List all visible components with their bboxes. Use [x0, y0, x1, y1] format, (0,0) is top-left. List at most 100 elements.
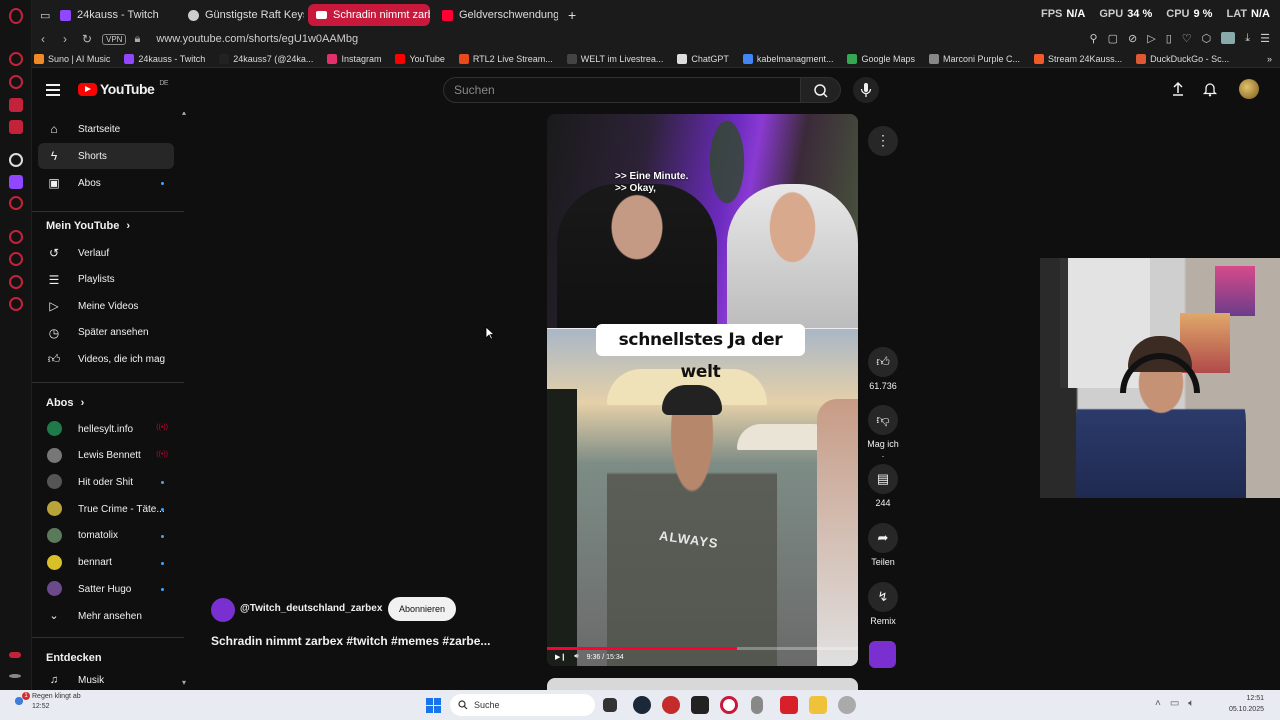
task-view-icon[interactable] — [603, 698, 617, 712]
gx-icon[interactable] — [9, 652, 21, 658]
opera-logo-icon[interactable] — [9, 8, 23, 24]
heart-icon[interactable]: ♡ — [1182, 32, 1192, 45]
settings-icon[interactable] — [9, 297, 23, 311]
sidebar-app-icon-8[interactable] — [9, 230, 23, 244]
sidebar-item-you-1[interactable]: ☰ Playlists — [38, 267, 174, 293]
sidebar-item-shorts[interactable]: ϟ Shorts — [38, 143, 174, 169]
upload-icon[interactable] — [1170, 81, 1186, 97]
sidebar-subscription-item[interactable]: Hit oder Shit — [38, 469, 174, 495]
notifications-bell-icon[interactable] — [1202, 81, 1218, 97]
thumbs-up-button[interactable]: 👍︎ 61.736 — [866, 347, 900, 391]
settings-gear-icon[interactable] — [838, 696, 856, 714]
search-input[interactable]: Suchen — [443, 77, 801, 103]
search-button[interactable] — [801, 77, 841, 103]
tab-geldverschwendung[interactable]: Geldverschwendung und — [434, 4, 558, 26]
sidebar-subscription-item[interactable]: tomatolix — [38, 523, 174, 549]
volume-icon[interactable]: 🔊︎ — [574, 653, 578, 661]
sidebar-item-abos[interactable]: ▣ Abos — [38, 170, 174, 196]
network-icon[interactable]: ▭ — [1170, 698, 1179, 709]
sidebar-app-icon-7[interactable] — [9, 196, 23, 210]
chevron-up-icon[interactable]: ˄ — [1155, 698, 1161, 709]
tab-schradin[interactable]: Schradin nimmt zarbe — [308, 4, 430, 26]
mouse-app-icon[interactable] — [751, 696, 763, 714]
taskbar-search-input[interactable]: Suche — [450, 694, 595, 716]
sound-thumbnail[interactable] — [869, 641, 896, 668]
sidebar-subscription-item[interactable]: True Crime - Täte... — [38, 496, 174, 522]
pin-icon[interactable]: ⚲ — [1090, 32, 1098, 45]
history-sidebar-icon[interactable] — [9, 252, 23, 266]
sidebar-app-icon-4[interactable] — [9, 120, 23, 134]
sidebar-item-you-4[interactable]: 👍︎ Videos, die ich mag — [38, 346, 174, 372]
sidebar-item-you-3[interactable]: ◷ Später ansehen — [38, 320, 174, 346]
sidebar-app-icon-1[interactable] — [9, 52, 23, 66]
url-field[interactable]: www.youtube.com/shorts/egU1w0AAMbg — [156, 33, 358, 45]
sidebar-item-you-2[interactable]: ▷ Meine Videos — [38, 293, 174, 319]
comment-button[interactable]: ▤ 244 — [866, 464, 900, 508]
back-icon[interactable]: ‹ — [32, 32, 54, 46]
more-options-icon[interactable]: ⋮ — [868, 126, 898, 156]
bookmark-item[interactable]: 24kauss - Twitch — [124, 53, 205, 64]
menu-icon[interactable]: ☰ — [1260, 32, 1270, 45]
sidebar-app-icon-10[interactable] — [9, 275, 23, 289]
bookmark-icon[interactable]: ▯ — [1166, 32, 1172, 45]
show-more-button[interactable]: ⌄ Mehr ansehen — [38, 603, 174, 629]
new-tab-button[interactable]: + — [560, 4, 584, 26]
subscribe-button[interactable]: Abonnieren — [388, 597, 456, 621]
share-button[interactable]: ➦ Teilen — [866, 523, 900, 567]
channel-name[interactable]: @Twitch_deutschland_zarbex — [240, 603, 382, 614]
tab-overview-icon[interactable]: ▭ — [32, 4, 50, 26]
hamburger-menu-icon[interactable] — [46, 84, 60, 96]
app-red-icon[interactable] — [662, 696, 680, 714]
remix-button[interactable]: ↯ Remix — [866, 582, 900, 626]
weather-widget[interactable]: 1 Regen klingt ab 12:52 — [12, 692, 81, 712]
bookmark-item[interactable]: WELT im Livestrea... — [566, 53, 663, 64]
account-avatar[interactable] — [1239, 79, 1259, 99]
app-news-icon[interactable] — [780, 696, 798, 714]
sidebar-subscription-item[interactable]: bennart — [38, 550, 174, 576]
sidebar-subscription-item[interactable]: hellesylt.info ((•)) — [38, 416, 174, 442]
bookmark-item[interactable]: 24kauss7 (@24ka... — [219, 53, 313, 64]
sidebar-section-you[interactable]: Mein YouTube › — [46, 220, 130, 232]
download-icon[interactable]: ⤓ — [1245, 32, 1250, 45]
bookmark-item[interactable]: Stream 24Kauss... — [1034, 53, 1122, 64]
voice-search-button[interactable] — [853, 77, 879, 103]
reload-icon[interactable]: ↻ — [76, 32, 98, 46]
tab-twitch[interactable]: 24kauss - Twitch — [52, 4, 180, 26]
bookmark-item[interactable]: YouTube — [395, 53, 445, 64]
profile-icon[interactable] — [1221, 32, 1236, 44]
player-icon[interactable]: ▷ — [1147, 32, 1155, 45]
sidebar-item-startseite[interactable]: ⌂ Startseite — [38, 116, 174, 142]
more-icon[interactable] — [9, 674, 21, 678]
forward-icon[interactable]: › — [54, 32, 76, 46]
sidebar-section-subscriptions[interactable]: Abos › — [46, 397, 84, 409]
bookmark-item[interactable]: Suno | AI Music — [34, 53, 110, 64]
short-title[interactable]: Schradin nimmt zarbex #twitch #memes #za… — [211, 634, 490, 648]
youtube-logo[interactable]: YouTube DE — [78, 80, 169, 97]
bookmark-item[interactable]: Instagram — [327, 53, 381, 64]
opera-gx-icon[interactable] — [720, 696, 738, 714]
bookmark-item[interactable]: DuckDuckGo - Sc... — [1136, 53, 1229, 64]
sidebar-scroll-down-icon[interactable]: ▾ — [182, 678, 186, 687]
twitch-icon[interactable] — [9, 175, 23, 189]
clock[interactable]: 12:51 05.10.2025 — [1229, 693, 1264, 715]
windows-start-icon[interactable] — [426, 698, 441, 713]
pause-icon[interactable]: ▶❙ — [555, 653, 566, 661]
bookmark-item[interactable]: Google Maps — [847, 53, 915, 64]
sidebar-item-you-0[interactable]: ↺ Verlauf — [38, 240, 174, 266]
steam-icon[interactable] — [633, 696, 651, 714]
bookmark-item[interactable]: kabelmanagment... — [742, 53, 833, 64]
sidebar-scroll-up-icon[interactable]: ▴ — [182, 112, 186, 117]
channel-avatar[interactable] — [211, 598, 235, 622]
screenshot-icon[interactable]: ▢ — [1108, 32, 1118, 45]
bookmark-item[interactable]: ChatGPT — [677, 53, 729, 64]
tab-raft-keys[interactable]: Günstigste Raft Keys — [180, 4, 304, 26]
sidebar-app-icon-2[interactable] — [9, 75, 23, 89]
sidebar-subscription-item[interactable]: Lewis Bennett ((•)) — [38, 443, 174, 469]
extensions-icon[interactable]: ⬡ — [1202, 32, 1212, 45]
short-video-player[interactable]: >> Eine Minute. >> Okay, ALWAYS schnells… — [547, 114, 858, 666]
sidebar-subscription-item[interactable]: Satter Hugo — [38, 576, 174, 602]
sidebar-app-icon-5[interactable] — [9, 153, 23, 167]
vpn-badge[interactable]: VPN — [102, 33, 127, 45]
file-explorer-icon[interactable] — [809, 696, 827, 714]
bookmarks-overflow-icon[interactable]: » — [1267, 54, 1272, 64]
